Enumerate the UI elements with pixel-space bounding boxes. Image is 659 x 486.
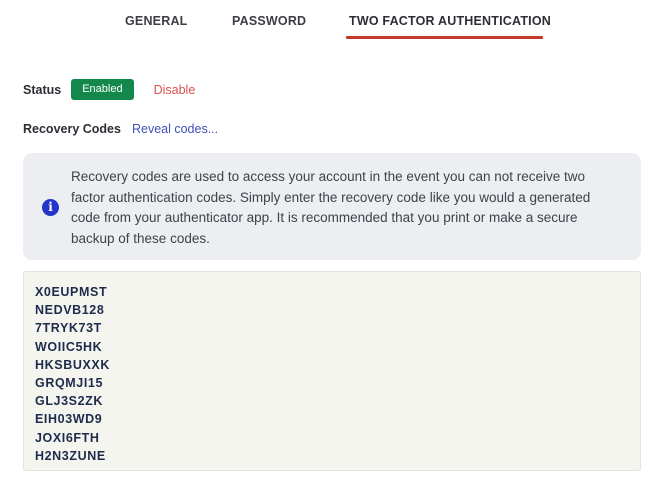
info-icon: i <box>42 199 59 216</box>
status-label: Status <box>23 82 62 97</box>
two-factor-settings-page: GENERAL PASSWORD TWO FACTOR AUTHENTICATI… <box>0 0 659 486</box>
recovery-info-text: Recovery codes are used to access your a… <box>71 169 591 246</box>
active-tab-indicator <box>346 36 543 39</box>
tab-password[interactable]: PASSWORD <box>232 14 306 28</box>
recovery-code: NEDVB128 <box>35 303 105 318</box>
recovery-codes-row: Recovery Codes Reveal codes... <box>23 120 218 138</box>
recovery-code: EIH03WD9 <box>35 412 103 427</box>
recovery-code: GLJ3S2ZK <box>35 394 104 409</box>
recovery-info-alert: i Recovery codes are used to access your… <box>23 153 641 260</box>
recovery-code: WOIIC5HK <box>35 339 103 354</box>
recovery-code: HKSBUXXK <box>35 357 110 372</box>
recovery-code: GRQMJI15 <box>35 376 104 391</box>
recovery-code: H2N3ZUNE <box>35 448 106 463</box>
disable-link[interactable]: Disable <box>154 83 196 97</box>
recovery-code: JOXI6FTH <box>35 430 100 445</box>
recovery-code: X0EUPMST <box>35 285 108 299</box>
status-row: Status Enabled Disable <box>23 79 195 100</box>
status-badge: Enabled <box>71 79 134 100</box>
tab-general[interactable]: GENERAL <box>125 14 188 28</box>
recovery-codes-list: X0EUPMST NEDVB128 7TRYK73T WOIIC5HK HKSB… <box>35 283 110 465</box>
tab-two-factor-authentication[interactable]: TWO FACTOR AUTHENTICATION <box>349 14 551 28</box>
recovery-code: 7TRYK73T <box>35 321 102 336</box>
settings-tabs: GENERAL PASSWORD TWO FACTOR AUTHENTICATI… <box>0 0 659 40</box>
recovery-codes-box: X0EUPMST NEDVB128 7TRYK73T WOIIC5HK HKSB… <box>23 271 641 471</box>
reveal-codes-link[interactable]: Reveal codes... <box>132 122 218 136</box>
recovery-codes-label: Recovery Codes <box>23 122 121 136</box>
